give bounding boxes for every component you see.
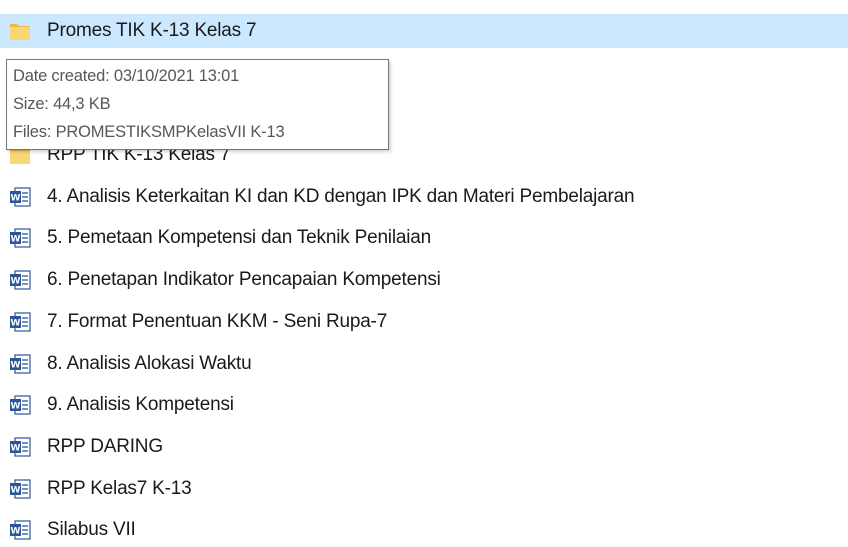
word-document-icon: W bbox=[10, 228, 31, 248]
list-item-label: Promes TIK K-13 Kelas 7 bbox=[47, 20, 257, 41]
list-item-label: 9. Analisis Kompetensi bbox=[47, 394, 234, 415]
list-item-label: Silabus VII bbox=[47, 519, 136, 540]
svg-text:W: W bbox=[11, 527, 21, 537]
tooltip-files: Files: PROMESTIKSMPKelasVII K-13 bbox=[13, 123, 285, 141]
svg-text:W: W bbox=[11, 402, 21, 412]
folder-icon bbox=[10, 24, 30, 40]
list-item-label: 4. Analisis Keterkaitan KI dan KD dengan… bbox=[47, 186, 635, 207]
list-item-document[interactable]: W 4. Analisis Keterkaitan KI dan KD deng… bbox=[0, 180, 848, 214]
svg-text:W: W bbox=[11, 361, 21, 371]
word-document-icon: W bbox=[10, 270, 31, 290]
list-item-document[interactable]: W 6. Penetapan Indikator Pencapaian Komp… bbox=[0, 263, 848, 297]
list-item-document[interactable]: W 5. Pemetaan Kompetensi dan Teknik Peni… bbox=[0, 221, 848, 255]
list-item-document[interactable]: W RPP Kelas7 K-13 bbox=[0, 472, 848, 506]
tooltip-date-created: Date created: 03/10/2021 13:01 bbox=[13, 67, 240, 85]
list-item-folder-promes[interactable]: Promes TIK K-13 Kelas 7 bbox=[0, 14, 848, 48]
word-document-icon: W bbox=[10, 437, 31, 457]
word-document-icon: W bbox=[10, 395, 31, 415]
list-item-document[interactable]: W 9. Analisis Kompetensi bbox=[0, 388, 848, 422]
list-item-document[interactable]: W Silabus VII bbox=[0, 513, 848, 547]
word-document-icon: W bbox=[10, 520, 31, 540]
list-item-label: 5. Pemetaan Kompetensi dan Teknik Penila… bbox=[47, 227, 431, 248]
list-item-document[interactable]: W RPP DARING bbox=[0, 430, 848, 464]
word-document-icon: W bbox=[10, 187, 31, 207]
svg-text:W: W bbox=[11, 486, 21, 496]
list-item-label: 8. Analisis Alokasi Waktu bbox=[47, 353, 252, 374]
svg-text:W: W bbox=[11, 194, 21, 204]
list-item-label: RPP Kelas7 K-13 bbox=[47, 478, 192, 499]
tooltip-size: Size: 44,3 KB bbox=[13, 95, 111, 113]
word-document-icon: W bbox=[10, 479, 31, 499]
svg-text:W: W bbox=[11, 235, 21, 245]
svg-text:W: W bbox=[11, 277, 21, 287]
file-list: Promes TIK K-13 Kelas 7 RPP TIK K-13 Kel… bbox=[0, 0, 848, 547]
list-item-document[interactable]: W 8. Analisis Alokasi Waktu bbox=[0, 347, 848, 381]
list-item-label: 7. Format Penentuan KKM - Seni Rupa-7 bbox=[47, 311, 388, 332]
svg-text:W: W bbox=[11, 319, 21, 329]
list-item-label: 6. Penetapan Indikator Pencapaian Kompet… bbox=[47, 269, 441, 290]
svg-text:W: W bbox=[11, 444, 21, 454]
list-item-label: RPP DARING bbox=[47, 436, 163, 457]
word-document-icon: W bbox=[10, 312, 31, 332]
folder-info-tooltip: Date created: 03/10/2021 13:01 Size: 44,… bbox=[6, 59, 389, 150]
list-item-document[interactable]: W 7. Format Penentuan KKM - Seni Rupa-7 bbox=[0, 305, 848, 339]
word-document-icon: W bbox=[10, 354, 31, 374]
